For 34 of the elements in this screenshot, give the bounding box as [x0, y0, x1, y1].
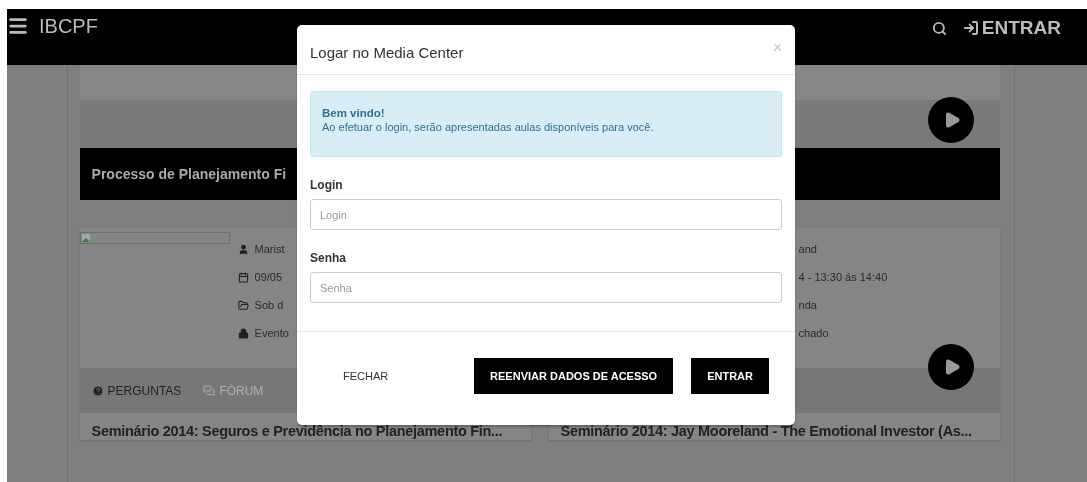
tab[interactable]: PERGUNTAS	[91, 383, 182, 398]
meta-text: 09/05	[254, 271, 283, 283]
play-icon	[943, 358, 962, 376]
meta-text: Sob d	[254, 299, 284, 311]
login-link[interactable]: ENTRAR	[962, 17, 1061, 39]
chat-icon	[203, 384, 216, 397]
meta-text: and	[798, 243, 817, 255]
folder-icon	[237, 299, 249, 311]
brand-logo[interactable]: IBCPF	[39, 15, 98, 37]
field-label: Senha	[310, 251, 347, 265]
input-field[interactable]: Login	[310, 199, 782, 230]
featured-title: Processo de Planejamento Fi	[91, 166, 287, 182]
field-label: Login	[310, 178, 344, 192]
meta-text: chado	[798, 327, 829, 339]
play-icon	[943, 111, 962, 129]
meta-text: Marist	[254, 243, 285, 255]
close-button[interactable]: FECHAR	[313, 357, 419, 394]
help-icon	[91, 384, 104, 397]
alert-text: Ao efetuar o login, serão apresentadas aulas disponíveis para você.	[322, 121, 655, 133]
person-icon	[237, 243, 249, 255]
action-button[interactable]: REENVIAR DADOS DE ACESSO	[474, 357, 674, 394]
alert-heading: Bem vindo!	[322, 107, 386, 119]
meta-text: nda	[798, 299, 817, 311]
input-field[interactable]: Senha	[310, 272, 782, 303]
play-button[interactable]	[927, 344, 974, 390]
action-button[interactable]: ENTRAR	[691, 357, 769, 394]
meta-text: Evento	[254, 327, 289, 339]
search-icon[interactable]	[931, 20, 947, 36]
lock-icon	[237, 327, 249, 339]
meta-text: 4 - 13:30 ás 14:40	[798, 271, 888, 283]
sign-in-icon	[962, 20, 979, 36]
calendar-icon	[237, 271, 249, 283]
dialog-title: Logar no Media Center	[310, 44, 464, 61]
menu-icon[interactable]	[7, 15, 29, 37]
